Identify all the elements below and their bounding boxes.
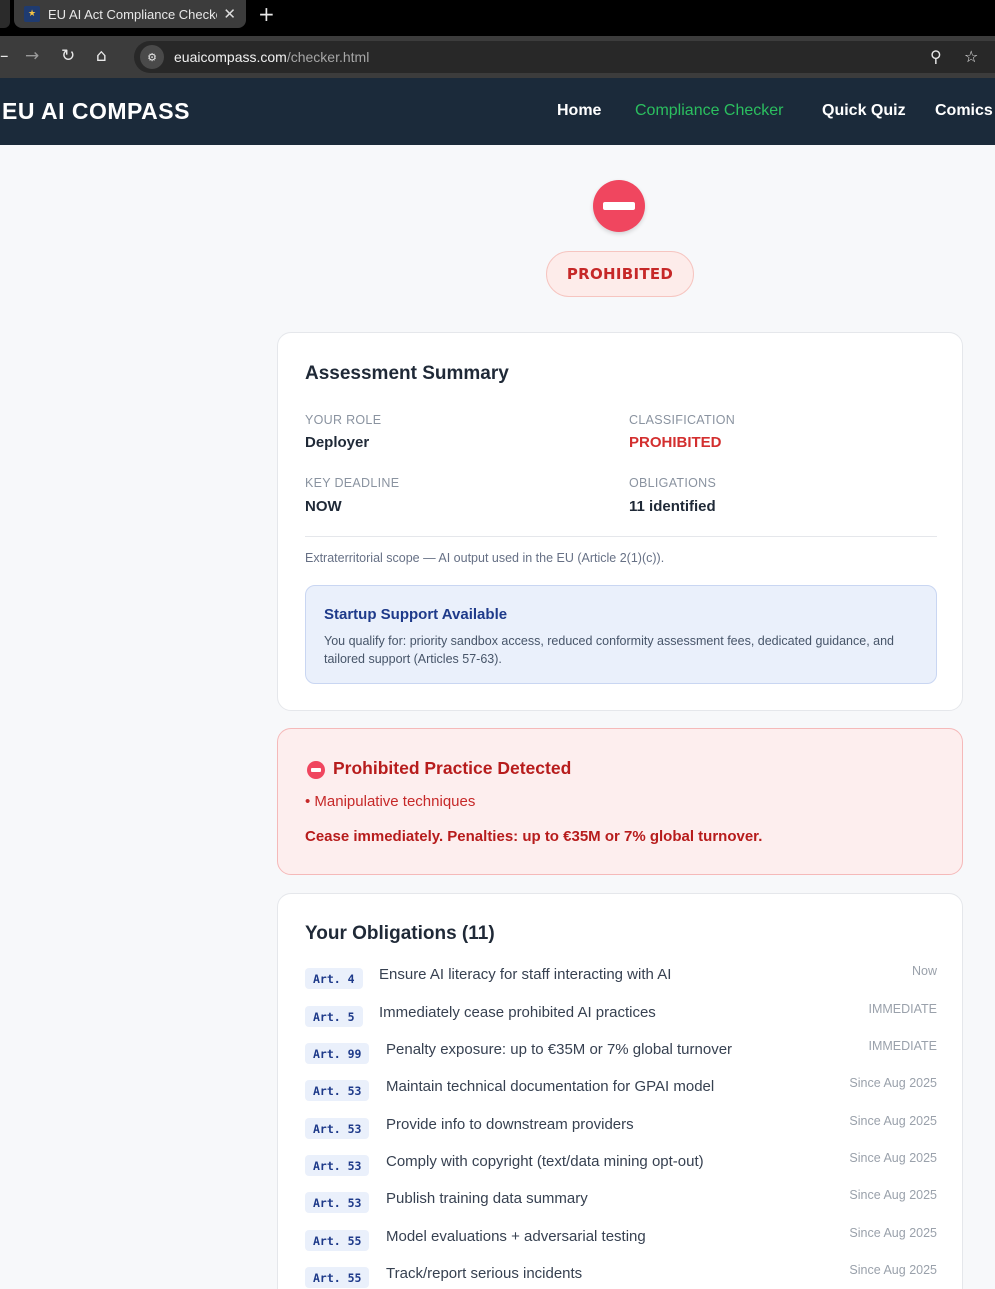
article-badge: Art. 55: [305, 1230, 370, 1251]
obligation-row: Art. 53 Publish training data summary Si…: [305, 1188, 937, 1214]
nav-compliance-checker[interactable]: Compliance Checker: [635, 102, 784, 120]
support-text: You qualify for: priority sandbox access…: [324, 634, 895, 666]
obligation-deadline: Since Aug 2025: [849, 1263, 937, 1277]
obligation-text: Publish training data summary: [386, 1190, 588, 1207]
classification-label: CLASSIFICATION: [629, 413, 736, 427]
obligation-row: Art. 53 Provide info to downstream provi…: [305, 1114, 937, 1140]
site-info-icon[interactable]: ⚙: [140, 45, 164, 69]
obligation-text: Maintain technical documentation for GPA…: [386, 1078, 715, 1095]
article-badge: Art. 4: [305, 968, 363, 989]
prohibited-warning: Cease immediately. Penalties: up to €35M…: [305, 828, 763, 845]
nav-comics[interactable]: Comics: [935, 102, 993, 120]
no-entry-icon: [307, 761, 325, 779]
previous-tab-stub[interactable]: [0, 0, 10, 28]
obligation-row: Art. 55 Track/report serious incidents S…: [305, 1263, 937, 1289]
obligation-text: Ensure AI literacy for staff interacting…: [379, 966, 672, 983]
home-icon[interactable]: ⌂: [96, 46, 107, 66]
article-badge: Art. 53: [305, 1080, 370, 1101]
classification-value: PROHIBITED: [629, 434, 722, 451]
url-host: euaicompass.com: [174, 49, 287, 65]
obligations-label: OBLIGATIONS: [629, 476, 717, 490]
site-favicon-icon: ★: [24, 6, 40, 22]
obligation-deadline: Since Aug 2025: [849, 1114, 937, 1128]
bookmark-star-icon[interactable]: ☆: [964, 47, 978, 66]
obligations-title: Your Obligations (11): [305, 923, 495, 944]
forward-icon[interactable]: →: [25, 46, 39, 66]
summary-title: Assessment Summary: [305, 363, 509, 384]
nav-quick-quiz[interactable]: Quick Quiz: [822, 102, 906, 120]
browser-tab[interactable]: ★ EU AI Act Compliance Checker | ✕: [14, 0, 246, 28]
deadline-value: NOW: [305, 498, 342, 515]
obligation-deadline: Now: [911, 964, 937, 978]
tab-title: EU AI Act Compliance Checker |: [48, 6, 218, 22]
article-badge: Art. 53: [305, 1192, 370, 1213]
browser-tab-bar: ★ EU AI Act Compliance Checker | ✕ +: [0, 0, 995, 36]
prohibited-title: Prohibited Practice Detected: [333, 758, 572, 778]
obligation-deadline: IMMEDIATE: [868, 1002, 937, 1016]
startup-support-box: Startup Support Available You qualify fo…: [305, 585, 937, 684]
new-tab-icon[interactable]: +: [258, 2, 275, 26]
status-badge: PROHIBITED: [546, 251, 694, 297]
obligation-row: Art. 53 Comply with copyright (text/data…: [305, 1151, 937, 1177]
obligations-card: Your Obligations (11) Art. 4 Ensure AI l…: [277, 893, 963, 1289]
site-header: EU AI COMPASS Home Compliance Checker Qu…: [0, 78, 995, 145]
url-path: /checker.html: [286, 49, 370, 65]
support-title: Startup Support Available: [324, 606, 508, 623]
close-tab-icon[interactable]: ✕: [223, 5, 236, 23]
obligation-row: Art. 99 Penalty exposure: up to €35M or …: [305, 1039, 937, 1065]
obligation-text: Track/report serious incidents: [386, 1265, 583, 1282]
obligation-text: Model evaluations + adversarial testing: [386, 1228, 646, 1245]
zoom-icon[interactable]: ⚲: [930, 47, 942, 66]
address-bar[interactable]: ⚙ euaicompass.com/checker.html ⚲ ☆: [134, 41, 995, 73]
prohibited-item: • Manipulative techniques: [305, 793, 476, 810]
summary-divider: [305, 536, 937, 537]
obligation-row: Art. 4 Ensure AI literacy for staff inte…: [305, 964, 937, 990]
reload-icon[interactable]: ↻: [61, 46, 75, 66]
obligation-row: Art. 55 Model evaluations + adversarial …: [305, 1226, 937, 1252]
back-icon[interactable]: –: [0, 46, 9, 66]
article-badge: Art. 53: [305, 1155, 370, 1176]
role-label: YOUR ROLE: [305, 413, 382, 427]
obligation-deadline: Since Aug 2025: [849, 1076, 937, 1090]
scope-note: Extraterritorial scope — AI output used …: [305, 551, 665, 565]
prohibited-status-icon: [593, 180, 645, 232]
site-logo[interactable]: EU AI COMPASS: [2, 98, 190, 125]
obligation-text: Immediately cease prohibited AI practice…: [379, 1004, 656, 1021]
browser-toolbar: – → ↻ ⌂ ⚙ euaicompass.com/checker.html ⚲…: [0, 36, 995, 78]
assessment-summary-card: Assessment Summary YOUR ROLE Deployer CL…: [277, 332, 963, 711]
obligation-deadline: Since Aug 2025: [849, 1151, 937, 1165]
obligations-value: 11 identified: [629, 498, 716, 515]
article-badge: Art. 53: [305, 1118, 370, 1139]
role-value: Deployer: [305, 434, 370, 451]
prohibited-practice-card: Prohibited Practice Detected • Manipulat…: [277, 728, 963, 875]
article-badge: Art. 55: [305, 1267, 370, 1288]
obligation-text: Provide info to downstream providers: [386, 1116, 634, 1133]
obligation-text: Comply with copyright (text/data mining …: [386, 1153, 704, 1170]
nav-home[interactable]: Home: [557, 102, 601, 120]
obligation-row: Art. 5 Immediately cease prohibited AI p…: [305, 1002, 937, 1028]
obligation-row: Art. 53 Maintain technical documentation…: [305, 1076, 937, 1102]
obligation-deadline: Since Aug 2025: [849, 1188, 937, 1202]
article-badge: Art. 99: [305, 1043, 370, 1064]
deadline-label: KEY DEADLINE: [305, 476, 400, 490]
article-badge: Art. 5: [305, 1006, 363, 1027]
obligation-text: Penalty exposure: up to €35M or 7% globa…: [386, 1041, 733, 1058]
obligation-deadline: IMMEDIATE: [868, 1039, 937, 1053]
obligation-deadline: Since Aug 2025: [849, 1226, 937, 1240]
